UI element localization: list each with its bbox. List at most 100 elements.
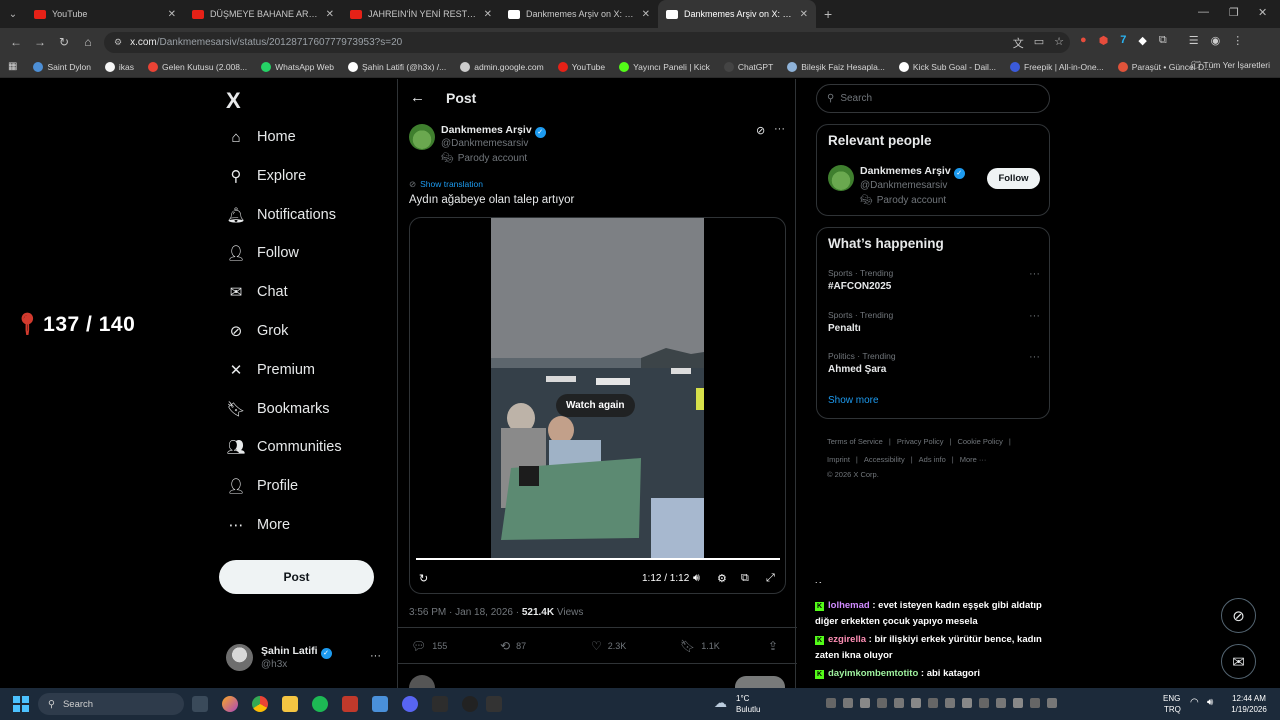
share-button[interactable]: ⇪ bbox=[768, 639, 784, 653]
home-browser-icon[interactable]: ⌂ bbox=[76, 35, 100, 49]
browser-tab[interactable]: JAHREIN'İN YENİ RESTORANIN ✕ bbox=[342, 0, 500, 28]
extension-red-icon[interactable]: ● bbox=[1080, 34, 1087, 47]
watch-again-button[interactable]: Watch again bbox=[556, 394, 635, 417]
tweet-video-player[interactable]: Watch again ↻ 1:12 / 1:12 🔊︎ ⚙ ⧉ ⤢ bbox=[409, 217, 786, 594]
reload-icon[interactable]: ↻ bbox=[52, 35, 76, 49]
tweet-author-handle[interactable]: @Dankmemesarsiv bbox=[441, 138, 528, 149]
relevant-person-avatar[interactable] bbox=[828, 165, 854, 191]
extension-diamond-icon[interactable]: ◆ bbox=[1138, 34, 1146, 47]
follow-button[interactable]: Follow bbox=[987, 168, 1040, 189]
reply-composer-button[interactable] bbox=[735, 676, 785, 688]
show-translation-link[interactable]: Show translation bbox=[420, 179, 483, 189]
chat-username[interactable]: dayimkombemtotito bbox=[828, 668, 918, 679]
cast-icon[interactable]: ▭ bbox=[1034, 35, 1044, 51]
new-tab-button[interactable]: + bbox=[824, 6, 832, 22]
reply-button[interactable]: 💬︎ 155 bbox=[411, 639, 447, 653]
post-button[interactable]: Post bbox=[219, 560, 374, 594]
app-icon[interactable] bbox=[372, 696, 388, 712]
picture-in-picture-icon[interactable]: ⧉ bbox=[741, 572, 749, 585]
bookmark-item[interactable]: Saint Dylon bbox=[33, 61, 91, 72]
tab-close-icon[interactable]: ✕ bbox=[800, 9, 808, 20]
all-bookmarks-folder[interactable]: 📁︎ Tüm Yer İşaretleri bbox=[1190, 60, 1270, 71]
footer-link[interactable]: Imprint bbox=[827, 455, 850, 464]
copilot-icon[interactable] bbox=[222, 696, 238, 712]
bookmark-button[interactable]: 🔖︎ 1.1K bbox=[680, 639, 720, 653]
back-icon[interactable]: ← bbox=[4, 35, 28, 49]
back-arrow-icon[interactable]: ← bbox=[410, 89, 425, 106]
chat-username[interactable]: lolhemad bbox=[828, 600, 870, 611]
terminal-icon[interactable] bbox=[432, 696, 448, 712]
bookmark-item[interactable]: ChatGPT bbox=[723, 61, 773, 72]
bookmark-item[interactable]: WhatsApp Web bbox=[261, 61, 334, 72]
footer-link[interactable]: Accessibility bbox=[864, 455, 905, 464]
discord-icon[interactable] bbox=[402, 696, 418, 712]
bookmark-item[interactable]: ikas bbox=[104, 61, 134, 72]
taskbar-search[interactable]: ⚲ Search bbox=[38, 693, 184, 715]
reading-list-icon[interactable]: ☰ bbox=[1189, 34, 1199, 47]
tweet-timestamp[interactable]: 3:56 PM · Jan 18, 2026 · bbox=[409, 607, 522, 618]
address-bar[interactable]: ⚙ x.com/Dankmemesarsiv/status/2012871760… bbox=[104, 32, 1070, 53]
apps-grid-icon[interactable]: ▦ bbox=[8, 61, 17, 72]
bookmark-item[interactable]: Yayıncı Paneli | Kick bbox=[619, 61, 710, 72]
trend-item[interactable]: Politics · Trending Ahmed Şara ··· bbox=[828, 351, 1040, 375]
bookmark-star-icon[interactable]: ☆ bbox=[1054, 35, 1064, 51]
translate-icon[interactable]: 文 bbox=[1013, 35, 1024, 51]
site-info-icon[interactable]: ⚙ bbox=[114, 37, 122, 48]
tab-close-icon[interactable]: ✕ bbox=[168, 9, 176, 20]
x-logo[interactable]: X bbox=[226, 88, 241, 114]
bookmark-item[interactable]: Gelen Kutusu (2.008... bbox=[148, 61, 247, 72]
trend-more-icon[interactable]: ··· bbox=[1029, 351, 1040, 363]
bookmark-item[interactable]: Kick Sub Goal - Dail... bbox=[898, 61, 996, 72]
forward-icon[interactable]: → bbox=[28, 35, 52, 49]
replay-icon[interactable]: ↻ bbox=[419, 572, 428, 585]
clock-date[interactable]: 1/19/2026 bbox=[1226, 705, 1272, 715]
footer-link[interactable]: Privacy Policy bbox=[897, 437, 944, 446]
account-more-icon[interactable]: ··· bbox=[370, 650, 381, 662]
bookmark-item[interactable]: Bileşik Faiz Hesapla... bbox=[787, 61, 885, 72]
tweet-author-avatar[interactable] bbox=[409, 124, 435, 150]
show-more-link[interactable]: Show more bbox=[828, 395, 879, 406]
windows-start-icon[interactable] bbox=[13, 696, 29, 712]
taskview-icon[interactable] bbox=[192, 696, 208, 712]
sidebar-item-notifications[interactable]: 🔔︎ Notifications bbox=[226, 205, 336, 225]
trend-more-icon[interactable]: ··· bbox=[1029, 268, 1040, 280]
sidebar-item-follow[interactable]: 👤︎ Follow bbox=[226, 243, 298, 263]
tab-close-icon[interactable]: ✕ bbox=[484, 9, 492, 20]
tab-close-icon[interactable]: ✕ bbox=[326, 9, 334, 20]
tray-icons[interactable] bbox=[826, 698, 1057, 708]
footer-link[interactable]: Ads info bbox=[919, 455, 946, 464]
tab-close-icon[interactable]: ✕ bbox=[642, 9, 650, 20]
extension-shield-icon[interactable]: ⬢ bbox=[1099, 34, 1109, 47]
language-bottom[interactable]: TRQ bbox=[1164, 705, 1181, 715]
epic-games-icon[interactable] bbox=[486, 696, 502, 712]
bookmark-item[interactable]: YouTube bbox=[557, 61, 605, 72]
sidebar-item-chat[interactable]: ✉ Chat bbox=[226, 282, 288, 302]
messages-float-icon[interactable]: ✉ bbox=[1221, 644, 1256, 679]
bookmark-item[interactable]: admin.google.com bbox=[460, 61, 544, 72]
browser-tab[interactable]: DÜŞMEYE BAHANE ARAMAK | ✕ bbox=[184, 0, 342, 28]
browser-tab[interactable]: Dankmemes Arşiv on X: "TunAr ✕ bbox=[500, 0, 658, 28]
volume-icon[interactable]: 🔊︎ bbox=[693, 572, 700, 585]
grok-float-icon[interactable]: ⊘ bbox=[1221, 598, 1256, 633]
trend-more-icon[interactable]: ··· bbox=[1029, 310, 1040, 322]
sidebar-item-grok[interactable]: ⊘ Grok bbox=[226, 321, 289, 341]
obs-icon[interactable] bbox=[462, 696, 478, 712]
sidebar-item-bookmarks[interactable]: 🔖︎ Bookmarks bbox=[226, 399, 329, 419]
clock-time[interactable]: 12:44 AM bbox=[1226, 694, 1272, 704]
footer-link[interactable]: Terms of Service bbox=[827, 437, 883, 446]
extensions-puzzle-icon[interactable]: ⧉ bbox=[1159, 34, 1167, 47]
trend-item[interactable]: Sports · Trending #AFCON2025 ··· bbox=[828, 268, 1040, 292]
extension-seventv-icon[interactable]: 7 bbox=[1120, 34, 1126, 47]
spotify-icon[interactable] bbox=[312, 696, 328, 712]
account-switcher[interactable]: Şahin Latifi ✓ @h3x ··· bbox=[226, 644, 386, 674]
valorant-icon[interactable] bbox=[342, 696, 358, 712]
footer-link[interactable]: Cookie Policy bbox=[957, 437, 1002, 446]
speaker-icon[interactable]: 🔊︎ bbox=[1207, 697, 1213, 708]
close-window-icon[interactable]: ✕ bbox=[1258, 6, 1267, 19]
video-progress-bar[interactable] bbox=[416, 558, 780, 560]
browser-menu-icon[interactable]: ⋮ bbox=[1232, 34, 1243, 47]
chrome-icon[interactable] bbox=[252, 696, 268, 712]
tab-search-chevron-icon[interactable]: ⌄ bbox=[0, 9, 26, 20]
grok-explain-icon[interactable]: ⊘ bbox=[756, 124, 765, 137]
sidebar-item-profile[interactable]: 👤︎ Profile bbox=[226, 476, 298, 496]
